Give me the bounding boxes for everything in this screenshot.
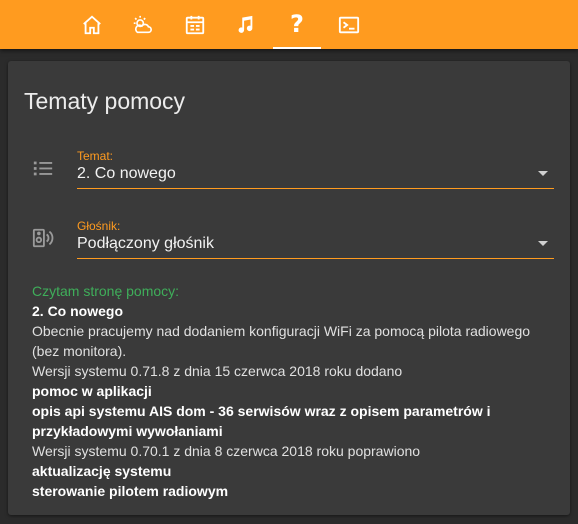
reading-label: Czytam stronę pomocy:: [32, 283, 180, 299]
speaker-label: Głośnik:: [77, 219, 121, 233]
help-line: pomoc w aplikacji: [32, 383, 152, 399]
speaker-select[interactable]: Głośnik: Podłączony głośnik: [77, 219, 554, 259]
tab-console[interactable]: [325, 0, 373, 49]
speaker-value: Podłączony głośnik: [77, 235, 214, 252]
speaker-underline: [77, 258, 554, 259]
help-line: sterowanie pilotem radiowym: [32, 483, 229, 499]
tab-music[interactable]: [221, 0, 269, 49]
tab-weather[interactable]: [118, 0, 166, 49]
help-text: Czytam stronę pomocy: 2. Co nowego Obecn…: [32, 281, 552, 501]
tab-calendar[interactable]: [171, 0, 219, 49]
topic-select[interactable]: Temat: 2. Co nowego: [77, 149, 554, 189]
help-line: aktualizację systemu: [32, 463, 172, 479]
help-line: Obecnie pracujemy nad dodaniem konfigura…: [32, 323, 531, 359]
help-question-icon: ?: [290, 9, 304, 38]
help-line: Wersji systemu 0.71.8 z dnia 15 czerwca …: [32, 363, 403, 379]
speaker-icon: [32, 228, 54, 248]
home-icon: [83, 15, 101, 34]
help-card: Tematy pomocy Temat: 2. Co nowego Głośni…: [8, 61, 570, 515]
chevron-down-icon: [538, 171, 548, 176]
tab-help[interactable]: ?: [273, 0, 321, 49]
topic-row-icon: [32, 157, 54, 184]
console-icon: [338, 16, 360, 33]
list-icon: [33, 161, 53, 176]
calendar-icon: [185, 15, 205, 34]
topic-label: Temat:: [77, 149, 114, 163]
help-line: Wersji systemu 0.70.1 z dnia 8 czerwca 2…: [32, 443, 421, 459]
weather-icon: [133, 15, 152, 33]
card-title: Tematy pomocy: [24, 88, 186, 114]
music-note-icon: [238, 15, 253, 33]
topic-value: 2. Co nowego: [77, 165, 176, 182]
tab-home[interactable]: [68, 0, 116, 49]
top-toolbar: ?: [0, 0, 578, 49]
speaker-row-icon: [32, 227, 54, 254]
topic-underline: [77, 188, 554, 189]
help-line: 2. Co nowego: [32, 303, 123, 319]
help-line: opis api systemu AIS dom - 36 serwisów w…: [32, 403, 491, 439]
chevron-down-icon: [538, 241, 548, 246]
